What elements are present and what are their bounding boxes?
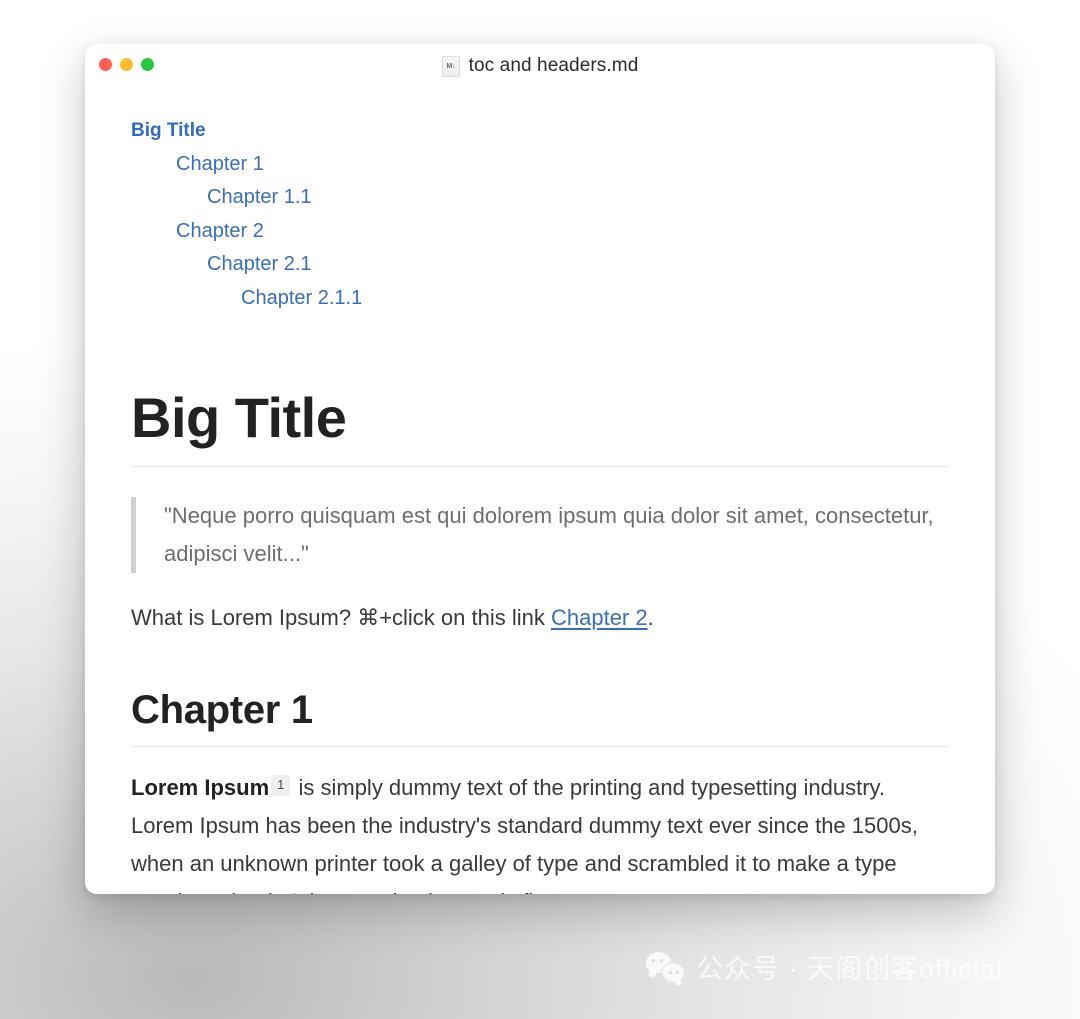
toc-item-chapter-2[interactable]: Chapter 2 <box>176 215 949 249</box>
wechat-logo-icon <box>646 951 684 982</box>
link-paragraph-before: What is Lorem Ipsum? ⌘+click on this lin… <box>131 604 551 630</box>
heading-2-rule <box>131 745 949 747</box>
watermark: 公众号 · 天阁创客official <box>646 947 1003 986</box>
table-of-contents: Big Title Chapter 1 Chapter 1.1 Chapter … <box>131 88 949 315</box>
footnote-marker-badge[interactable]: 1 <box>271 774 291 796</box>
toc-item-chapter-2-1[interactable]: Chapter 2.1 <box>207 248 949 282</box>
toc-item-big-title[interactable]: Big Title <box>131 114 949 148</box>
watermark-text: 公众号 · 天阁创客official <box>696 954 1004 984</box>
chapter-2-link[interactable]: Chapter 2 <box>551 605 648 630</box>
body-paragraph-bold-lead: Lorem Ipsum <box>131 774 270 800</box>
window-title-group: M↓ toc and headers.md <box>85 55 995 77</box>
window-titlebar[interactable]: M↓ toc and headers.md <box>85 44 995 88</box>
heading-1-rule <box>131 465 949 467</box>
document-heading-1: Big Title <box>131 386 347 449</box>
traffic-light-controls <box>99 58 154 71</box>
window-title: toc and headers.md <box>468 55 639 76</box>
minimize-window-button[interactable] <box>120 58 133 71</box>
close-window-button[interactable] <box>99 58 112 71</box>
toc-item-chapter-1-1[interactable]: Chapter 1.1 <box>207 181 949 215</box>
toc-item-chapter-2-1-1[interactable]: Chapter 2.1.1 <box>241 282 949 316</box>
maximize-window-button[interactable] <box>141 58 154 71</box>
document-heading-2: Chapter 1 <box>131 687 313 732</box>
document-content: Big Title Chapter 1 Chapter 1.1 Chapter … <box>85 88 995 894</box>
markdown-file-icon: M↓ <box>441 55 460 77</box>
link-paragraph: What is Lorem Ipsum? ⌘+click on this lin… <box>131 599 949 637</box>
toc-item-chapter-1[interactable]: Chapter 1 <box>176 148 949 182</box>
body-paragraph: Lorem Ipsum 1 is simply dummy text of the… <box>131 769 949 894</box>
link-paragraph-after: . <box>647 604 654 630</box>
application-window: M↓ toc and headers.md Big Title Chapter … <box>85 44 995 894</box>
document-blockquote: "Neque porro quisquam est qui dolorem ip… <box>131 496 949 573</box>
